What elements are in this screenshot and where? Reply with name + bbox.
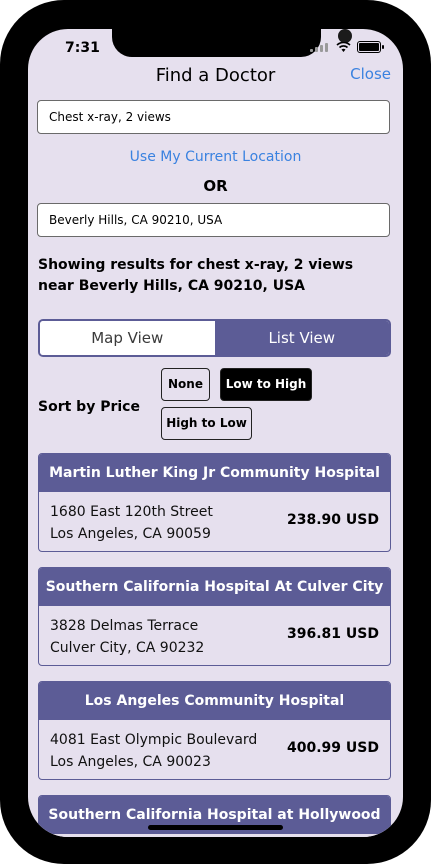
address-line-1: 4081 East Olympic Boulevard — [50, 732, 258, 748]
results-summary: Showing results for chest x-ray, 2 views… — [38, 257, 354, 294]
hospital-address: 4081 East Olympic Boulevard Los Angeles,… — [50, 729, 257, 773]
list-view-tab[interactable]: List View — [214, 321, 389, 355]
hospital-name: Southern California Hospital At Culver C… — [39, 568, 390, 606]
hospital-card[interactable]: Southern California Hospital At Culver C… — [38, 567, 391, 666]
volume-up-button — [0, 184, 4, 242]
address-line-2: Los Angeles, CA 90059 — [50, 526, 211, 542]
close-button[interactable]: Close — [350, 65, 391, 83]
view-toggle: Map View List View — [38, 319, 391, 357]
sort-none-button[interactable]: None — [161, 368, 210, 401]
screen: 7:31 Find a Doctor Close Chest x-ray, 2 … — [28, 29, 403, 837]
address-line-1: 3828 Delmas Terrace — [50, 618, 199, 634]
address-line-2: Los Angeles, CA 90023 — [50, 754, 211, 770]
address-line-1: 1680 East 120th Street — [50, 504, 213, 520]
hospital-price: 238.90 USD — [287, 512, 379, 528]
hospital-name: Los Angeles Community Hospital — [39, 682, 390, 720]
page-title: Find a Doctor — [155, 65, 276, 86]
sort-by-price-label: Sort by Price — [38, 399, 140, 415]
phone-frame: 7:31 Find a Doctor Close Chest x-ray, 2 … — [0, 0, 431, 864]
volume-down-button — [0, 262, 4, 320]
hospital-address: 1680 East 120th Street Los Angeles, CA 9… — [50, 501, 213, 545]
wifi-icon — [336, 41, 351, 52]
sort-high-to-low-button[interactable]: High to Low — [161, 407, 252, 440]
side-button — [0, 118, 4, 158]
hospital-card[interactable]: Los Angeles Community Hospital 4081 East… — [38, 681, 391, 780]
use-current-location-link[interactable]: Use My Current Location — [28, 149, 403, 165]
map-view-tab[interactable]: Map View — [40, 321, 215, 355]
hospital-card[interactable]: Southern California Hospital at Hollywoo… — [38, 795, 391, 837]
sort-low-to-high-button[interactable]: Low to High — [220, 368, 312, 401]
procedure-search-input[interactable]: Chest x-ray, 2 views — [37, 100, 390, 134]
status-time: 7:31 — [65, 40, 100, 56]
hospital-card[interactable]: Martin Luther King Jr Community Hospital… — [38, 453, 391, 552]
signal-icon — [310, 42, 330, 52]
power-button — [427, 200, 431, 292]
hospital-name: Martin Luther King Jr Community Hospital — [39, 454, 390, 492]
battery-icon — [357, 41, 384, 53]
or-label: OR — [203, 177, 228, 195]
hospital-address: 3828 Delmas Terrace Culver City, CA 9023… — [50, 615, 204, 659]
hospital-price: 396.81 USD — [287, 626, 379, 642]
location-input[interactable]: Beverly Hills, CA 90210, USA — [37, 203, 390, 237]
home-indicator[interactable] — [148, 825, 283, 830]
status-icons — [310, 41, 384, 53]
notch — [112, 29, 352, 57]
hospital-price: 400.99 USD — [287, 740, 379, 756]
address-line-2: Culver City, CA 90232 — [50, 640, 205, 656]
